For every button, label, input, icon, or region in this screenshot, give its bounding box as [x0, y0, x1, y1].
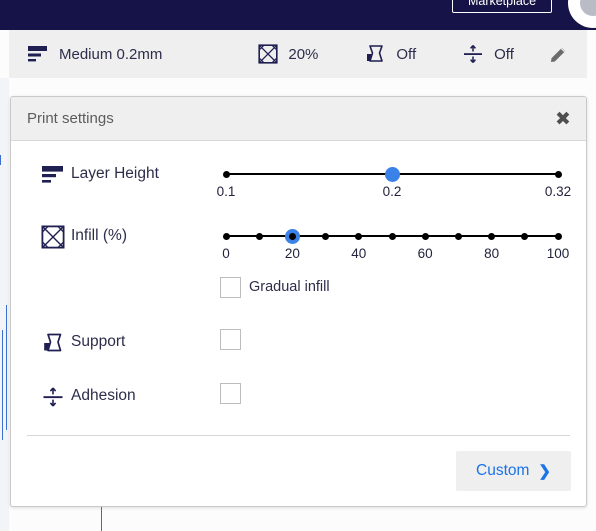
infill-icon: [39, 223, 67, 251]
setting-label-support: Support: [71, 333, 126, 350]
layer-height-icon: [27, 44, 49, 64]
slider-tick: [554, 170, 562, 178]
slider-tick: [521, 232, 529, 240]
build-plate-grid-line: [0, 155, 1, 165]
slider-tick-label: 60: [417, 246, 433, 261]
slider-tick: [454, 232, 462, 240]
infill-slider[interactable]: 0 20 40 60 80 100: [222, 225, 569, 261]
dialog-footer: Custom ❯: [11, 436, 586, 506]
dialog-title: Print settings: [27, 110, 114, 127]
build-plate-grid-line: [2, 330, 3, 440]
slider-tick-label: 20: [284, 246, 300, 261]
print-settings-dialog: Print settings ✖ Layer Height 0.1 0.2 0.: [10, 96, 587, 507]
custom-button[interactable]: Custom ❯: [456, 451, 571, 491]
top-navigation-bar: Marketplace: [0, 0, 596, 30]
support-icon: [39, 329, 67, 357]
adhesion-icon: [462, 43, 484, 65]
slider-tick-label: 0: [222, 246, 230, 261]
slider-tick: [421, 232, 429, 240]
infill-icon: [258, 44, 278, 64]
slider-tick-label: 40: [351, 246, 367, 261]
chevron-right-icon: ❯: [538, 462, 551, 480]
close-icon[interactable]: ✖: [552, 108, 574, 130]
layer-height-icon: [39, 161, 67, 189]
summary-item-profile[interactable]: Medium 0.2mm: [27, 30, 162, 78]
slider-tick-label: 0.32: [544, 184, 572, 199]
viewport-left-strip: [0, 78, 9, 531]
slider-tick: [288, 232, 296, 240]
dialog-header: Print settings ✖: [11, 97, 586, 141]
build-plate-grid-line: [6, 305, 7, 430]
summary-support-value: Off: [396, 45, 417, 63]
slider-tick: [222, 232, 230, 240]
setting-label-layer-height: Layer Height: [71, 165, 159, 182]
setting-row-adhesion: Adhesion: [11, 379, 586, 419]
summary-item-adhesion[interactable]: Off: [462, 30, 514, 78]
slider-tick: [255, 232, 263, 240]
slider-tick: [355, 232, 363, 240]
marketplace-button[interactable]: Marketplace: [452, 0, 552, 13]
gradual-infill-checkbox[interactable]: [220, 277, 241, 298]
adhesion-icon: [39, 383, 67, 411]
slider-tick: [222, 170, 230, 178]
slider-tick-label: 0.1: [216, 184, 236, 199]
layer-height-slider-handle[interactable]: [384, 166, 400, 182]
setting-label-adhesion: Adhesion: [71, 387, 136, 404]
slider-tick: [388, 232, 396, 240]
slider-tick: [554, 232, 562, 240]
slider-tick: [322, 232, 330, 240]
summary-adhesion-value: Off: [494, 45, 514, 63]
summary-infill-value: 20%: [288, 45, 319, 63]
slider-tick-label: 0.2: [382, 184, 402, 199]
gradual-infill-label: Gradual infill: [249, 279, 330, 295]
summary-item-infill[interactable]: 20%: [258, 30, 318, 78]
setting-row-support: Support: [11, 325, 586, 365]
print-setup-summary-bar[interactable]: Medium 0.2mm 20% Off Off: [9, 30, 587, 78]
setting-label-infill: Infill (%): [71, 227, 127, 244]
slider-tick: [488, 232, 496, 240]
support-checkbox[interactable]: [220, 329, 241, 350]
setting-row-layer-height: Layer Height 0.1 0.2 0.32: [11, 157, 586, 199]
custom-button-label: Custom: [476, 462, 530, 479]
setting-row-gradual-infill: Gradual infill: [11, 277, 586, 301]
pencil-icon[interactable]: [547, 44, 569, 66]
build-plate-grid-line: [101, 507, 102, 531]
slider-tick-label: 100: [546, 246, 570, 261]
slider-tick-label: 80: [484, 246, 500, 261]
setting-row-infill: Infill (%) 0 20 40 60 80 100: [11, 219, 586, 261]
support-icon: [364, 43, 386, 65]
layer-height-slider[interactable]: 0.1 0.2 0.32: [217, 163, 571, 199]
summary-item-support[interactable]: Off: [364, 30, 416, 78]
summary-profile-value: Medium 0.2mm: [59, 45, 163, 63]
dialog-body: Layer Height 0.1 0.2 0.32 Infill (%) 0 2…: [11, 141, 586, 435]
adhesion-checkbox[interactable]: [220, 383, 241, 404]
